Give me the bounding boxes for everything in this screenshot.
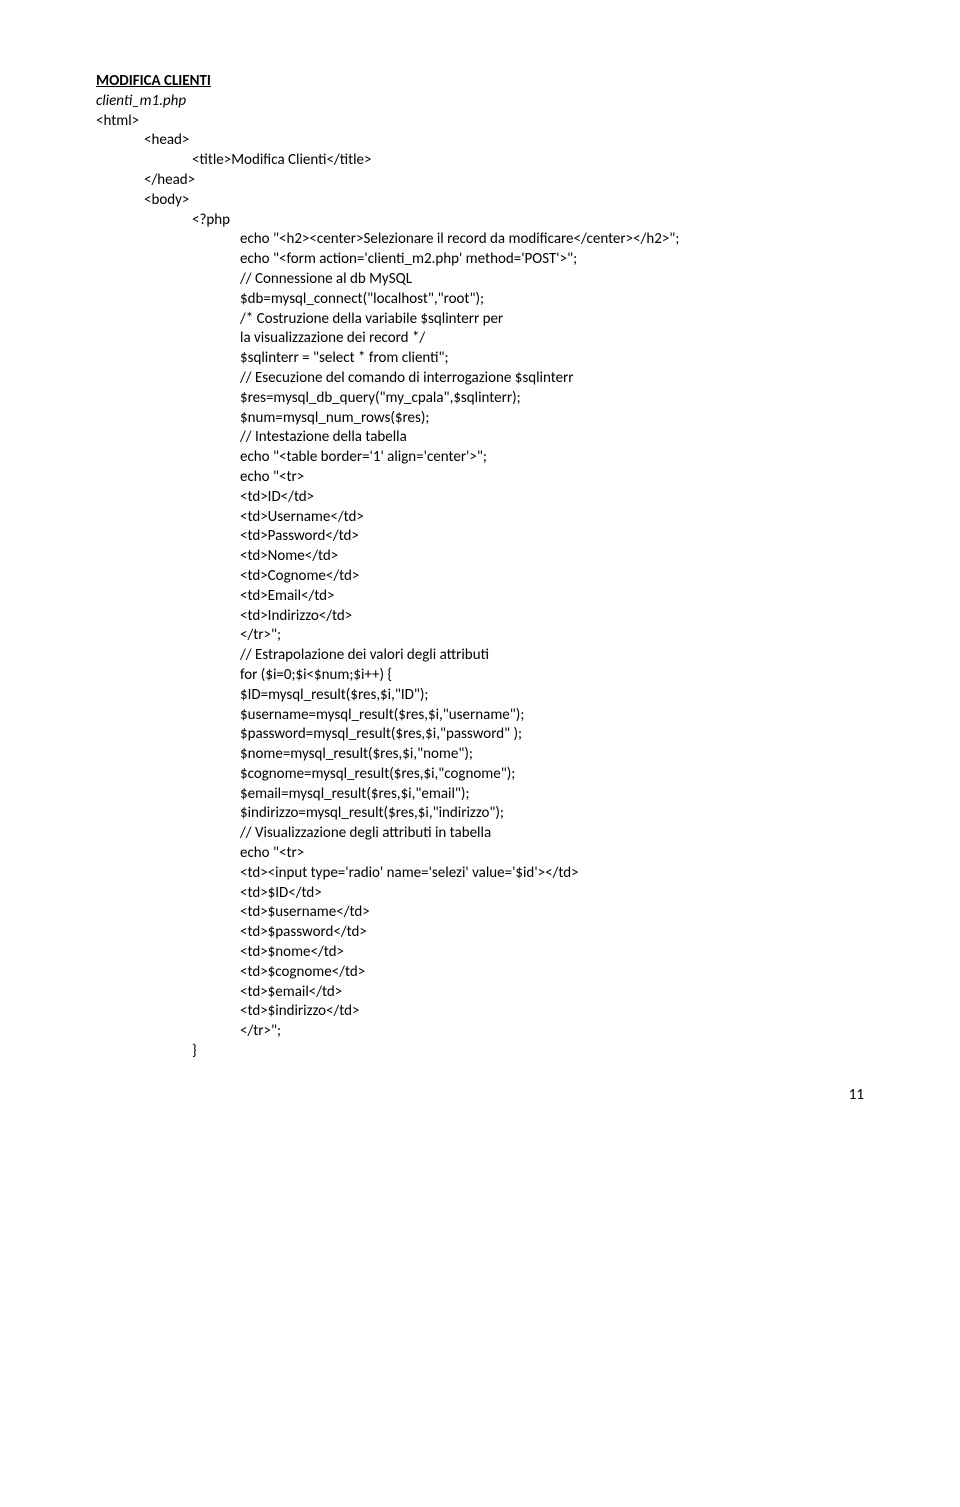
code-line: // Esecuzione del comando di interrogazi…	[96, 369, 864, 389]
code-line: echo "<form action='clienti_m2.php' meth…	[96, 250, 864, 270]
code-line: </tr>";	[96, 1022, 864, 1042]
code-line: echo "<tr>	[96, 468, 864, 488]
code-line: $cognome=mysql_result($res,$i,"cognome")…	[96, 765, 864, 785]
code-line: <td>Nome</td>	[96, 547, 864, 567]
code-line: <head>	[96, 131, 864, 151]
code-line: // Estrapolazione dei valori degli attri…	[96, 646, 864, 666]
page-number: 11	[96, 1086, 864, 1106]
code-line: <td>$ID</td>	[96, 884, 864, 904]
code-line: <td>$indirizzo</td>	[96, 1002, 864, 1022]
code-line: <td>$cognome</td>	[96, 963, 864, 983]
code-line: $db=mysql_connect("localhost","root");	[96, 290, 864, 310]
code-line: echo "<tr>	[96, 844, 864, 864]
code-line: <td>Password</td>	[96, 527, 864, 547]
code-line: // Visualizzazione degli attributi in ta…	[96, 824, 864, 844]
code-line: $ID=mysql_result($res,$i,"ID");	[96, 686, 864, 706]
code-line: $res=mysql_db_query("my_cpala",$sqlinter…	[96, 389, 864, 409]
code-line: <td>Username</td>	[96, 508, 864, 528]
code-line: $sqlinterr = "select * from clienti";	[96, 349, 864, 369]
code-line: <title>Modifica Clienti</title>	[96, 151, 864, 171]
code-line: $num=mysql_num_rows($res);	[96, 409, 864, 429]
code-line: // Connessione al db MySQL	[96, 270, 864, 290]
code-line: echo "<table border='1' align='center'>"…	[96, 448, 864, 468]
code-line: <td>$nome</td>	[96, 943, 864, 963]
code-line: $username=mysql_result($res,$i,"username…	[96, 706, 864, 726]
code-line: <td>$username</td>	[96, 903, 864, 923]
code-line: }	[96, 1042, 864, 1062]
code-line: // Intestazione della tabella	[96, 428, 864, 448]
code-line: $password=mysql_result($res,$i,"password…	[96, 725, 864, 745]
code-line: </head>	[96, 171, 864, 191]
code-line: <td>ID</td>	[96, 488, 864, 508]
code-line: <td>Cognome</td>	[96, 567, 864, 587]
code-line: <td>$email</td>	[96, 983, 864, 1003]
code-line: <body>	[96, 191, 864, 211]
code-line: <td>Indirizzo</td>	[96, 607, 864, 627]
code-line: /* Costruzione della variabile $sqlinter…	[96, 310, 864, 330]
code-line: <td>$password</td>	[96, 923, 864, 943]
code-line: <?php	[96, 211, 864, 231]
code-line: </tr>";	[96, 626, 864, 646]
filename: clienti_m1.php	[96, 92, 864, 112]
document-title: MODIFICA CLIENTI	[96, 72, 864, 92]
code-listing: <html><head><title>Modifica Clienti</tit…	[96, 112, 864, 1062]
code-line: <td><input type='radio' name='selezi' va…	[96, 864, 864, 884]
code-line: <html>	[96, 112, 864, 132]
code-line: $indirizzo=mysql_result($res,$i,"indiriz…	[96, 804, 864, 824]
code-line: la visualizzazione dei record */	[96, 329, 864, 349]
code-line: for ($i=0;$i<$num;$i++) {	[96, 666, 864, 686]
code-line: $nome=mysql_result($res,$i,"nome");	[96, 745, 864, 765]
code-line: echo "<h2><center>Selezionare il record …	[96, 230, 864, 250]
code-line: $email=mysql_result($res,$i,"email");	[96, 785, 864, 805]
code-line: <td>Email</td>	[96, 587, 864, 607]
